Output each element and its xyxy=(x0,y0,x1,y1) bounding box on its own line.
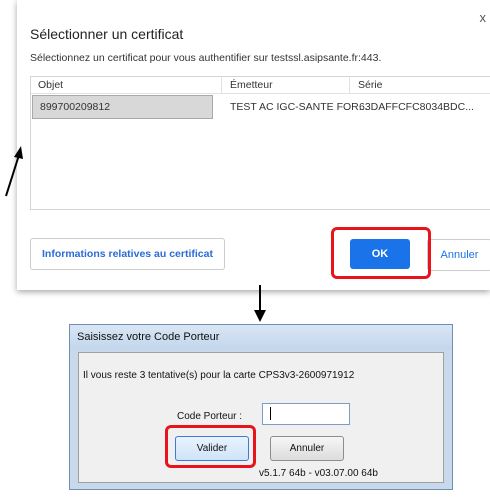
arrow-head-icon xyxy=(254,310,266,322)
pin-dialog: Saisissez votre Code Porteur Il vous res… xyxy=(69,324,453,490)
cancel-button[interactable]: Annuler xyxy=(270,436,344,461)
attempts-message: Il vous reste 3 tentative(s) pour la car… xyxy=(83,370,355,381)
pin-dialog-titlebar[interactable]: Saisissez votre Code Porteur xyxy=(70,325,452,349)
pin-dialog-body: Il vous reste 3 tentative(s) pour la car… xyxy=(78,352,444,483)
arrow-head-icon xyxy=(14,146,23,159)
version-label: v5.1.7 64b - v03.07.00 64b xyxy=(259,468,378,479)
pin-dialog-title: Saisissez votre Code Porteur xyxy=(77,331,220,343)
code-porteur-input[interactable] xyxy=(262,403,350,425)
diagonal-arrow xyxy=(5,154,20,197)
text-caret xyxy=(270,407,271,420)
code-label: Code Porteur : xyxy=(177,411,243,422)
validate-button[interactable]: Valider xyxy=(175,436,249,461)
